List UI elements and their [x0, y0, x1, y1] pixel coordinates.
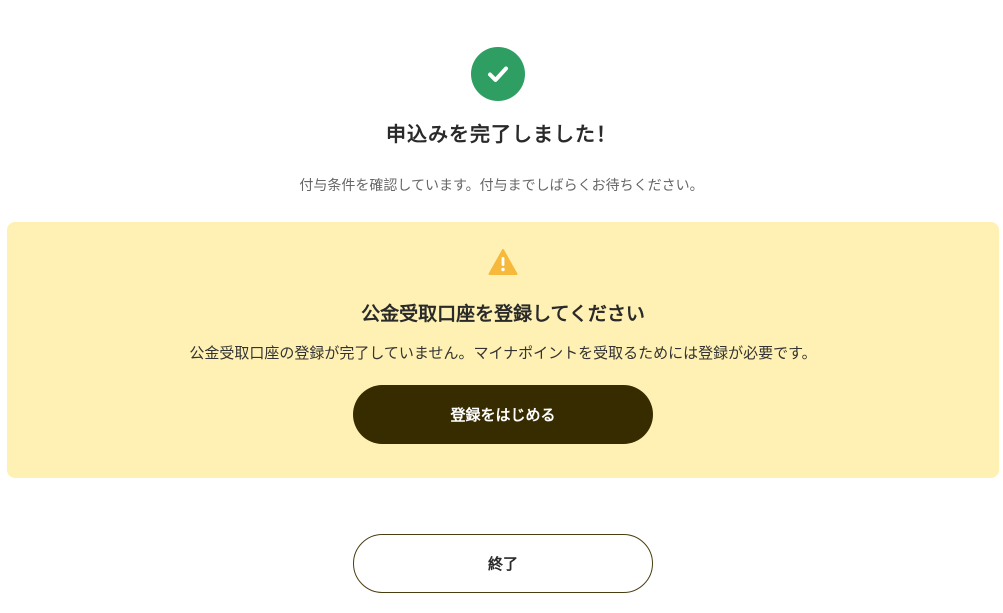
completion-page: 申込みを完了しました！ 付与条件を確認しています。付与までしばらくお待ちください… [0, 0, 1003, 613]
start-registration-button[interactable]: 登録をはじめる [353, 385, 653, 444]
page-subtitle: 付与条件を確認しています。付与までしばらくお待ちください。 [299, 178, 704, 194]
check-circle-icon [471, 47, 525, 101]
bank-account-notice: 公金受取口座を登録してください 公金受取口座の登録が完了していません。マイナポイ… [7, 222, 999, 478]
notice-text: 公金受取口座の登録が完了していません。マイナポイントを受取るためには登録が必要で… [189, 344, 817, 362]
notice-title: 公金受取口座を登録してください [361, 303, 645, 325]
close-button[interactable]: 終了 [353, 534, 653, 593]
warning-icon [488, 249, 518, 275]
page-title: 申込みを完了しました！ [386, 122, 617, 146]
check-mark [488, 66, 508, 82]
